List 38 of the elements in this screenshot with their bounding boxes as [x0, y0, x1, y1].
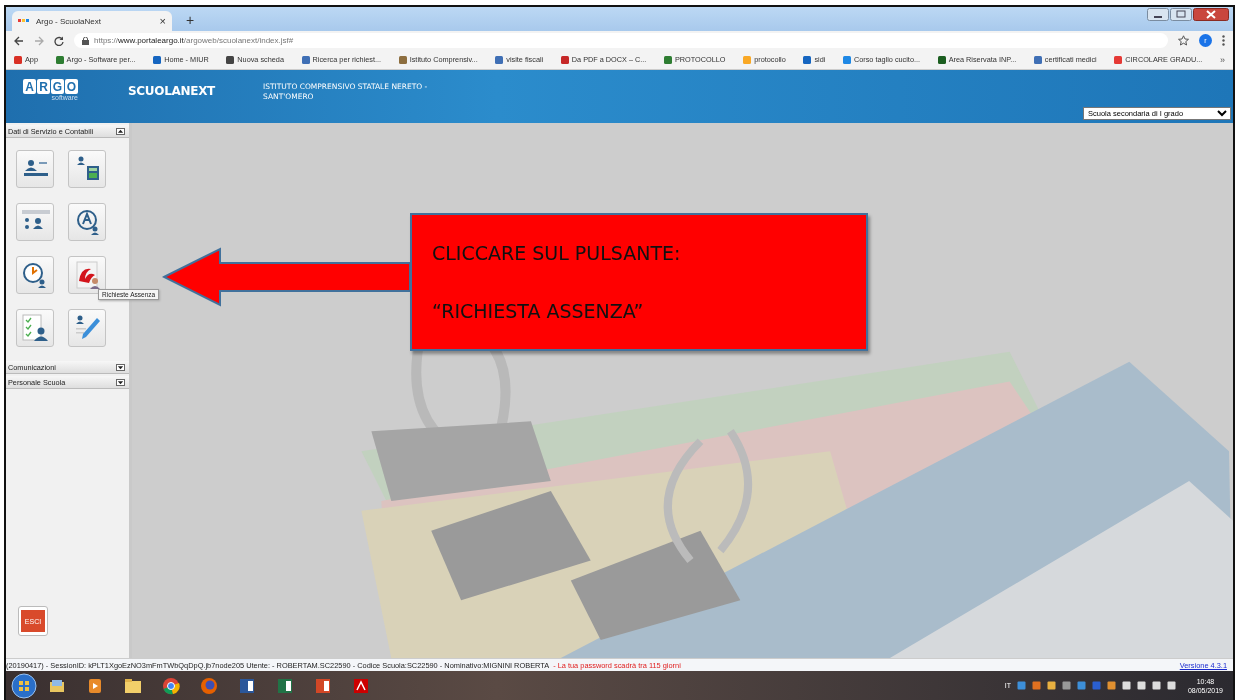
collapse-toggle[interactable] — [116, 378, 125, 386]
collapse-icon — [117, 127, 124, 135]
new-tab-button[interactable]: + — [182, 12, 199, 28]
start-button[interactable] — [10, 671, 38, 700]
tool-button[interactable] — [68, 309, 106, 347]
tool-button[interactable] — [68, 150, 106, 188]
menu-icon[interactable] — [1222, 35, 1225, 46]
minimize-icon[interactable] — [1147, 8, 1169, 21]
lock-icon — [82, 36, 89, 45]
tool-button[interactable] — [16, 203, 54, 241]
more-bookmarks-button[interactable]: » — [1219, 54, 1225, 65]
logo-letter: O — [65, 79, 78, 94]
callout-text: “RICHIESTA ASSENZA” — [432, 300, 645, 322]
collapse-toggle[interactable] — [116, 363, 125, 371]
address-bar[interactable]: https://www.portaleargo.it/argoweb/scuolanext/index.jsf# — [74, 33, 1168, 48]
url-text[interactable]: https://www.portaleargo.it/argoweb/scuolanext/index.jsf# — [94, 36, 294, 45]
reload-icon[interactable] — [54, 35, 64, 46]
tool-button[interactable] — [16, 256, 54, 294]
collapse-toggle[interactable] — [116, 127, 125, 135]
logo-letter: G — [51, 79, 64, 94]
tab-close-button[interactable]: × — [159, 15, 166, 27]
close-icon[interactable] — [1193, 8, 1229, 21]
product-name: SCUOLANEXT — [128, 84, 215, 98]
browser-tab[interactable]: Argo - ScuolaNext × — [12, 11, 172, 31]
favicon-icon — [18, 18, 30, 24]
tab-title: Argo - ScuolaNext — [36, 16, 102, 26]
back-icon[interactable] — [14, 35, 24, 46]
tool-button[interactable] — [68, 256, 106, 294]
tool-button[interactable] — [16, 309, 54, 347]
logo-letter: R — [37, 79, 50, 94]
checklist-person-icon — [19, 312, 51, 344]
tool-button[interactable] — [68, 203, 106, 241]
firefox-icon — [199, 675, 219, 696]
star-icon[interactable] — [1178, 35, 1189, 46]
tool-button[interactable] — [16, 150, 54, 188]
chrome-icon — [161, 675, 181, 696]
callout-text: CLICCARE SUL PULSANTE: — [432, 242, 682, 264]
logo-letter: A — [23, 79, 36, 94]
